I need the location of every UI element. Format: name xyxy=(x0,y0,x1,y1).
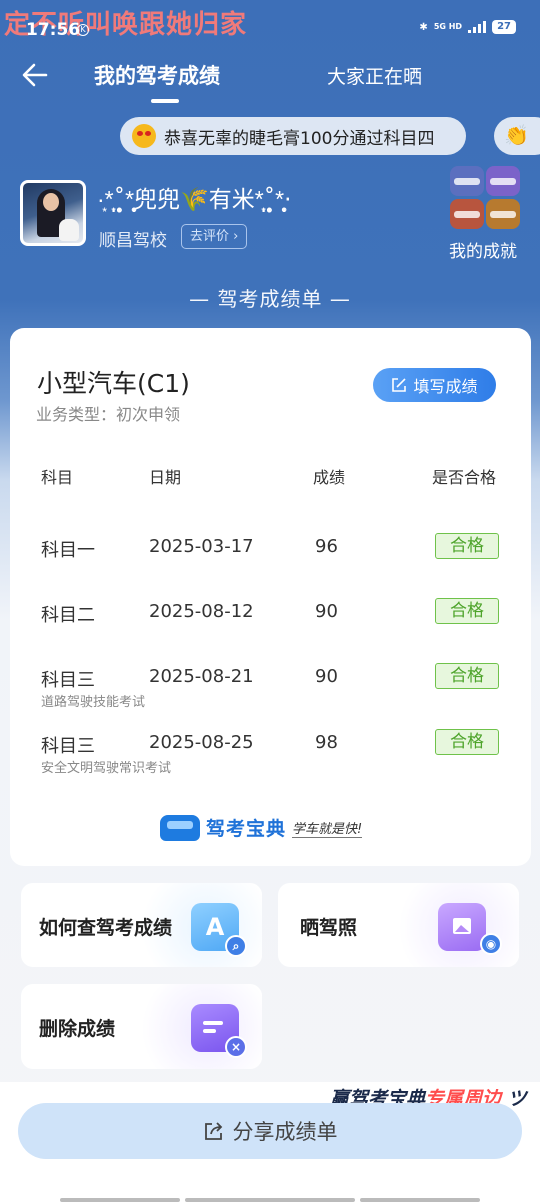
column-header-score: 成绩 xyxy=(313,468,346,487)
share-button-label: 分享成绩单 xyxy=(232,1120,338,1144)
pass-badge: 合格 xyxy=(435,663,499,689)
brand-logo: 驾考宝典 学车就是快! xyxy=(160,814,363,841)
pass-badge: 合格 xyxy=(435,729,499,755)
car-logo-icon xyxy=(160,814,200,841)
arrow-left-icon[interactable] xyxy=(20,60,50,90)
pass-badge: 合格 xyxy=(435,533,499,559)
signal-icon xyxy=(468,21,487,33)
row-score: 98 xyxy=(315,732,338,753)
business-type: 业务类型：初次申领 xyxy=(36,405,181,424)
column-header-result: 是否合格 xyxy=(432,468,497,487)
tab-indicator xyxy=(151,99,179,103)
home-indicator xyxy=(185,1198,355,1202)
fill-score-label: 填写成绩 xyxy=(413,377,478,396)
achievement-badge-icon xyxy=(486,199,520,229)
rate-button-label: 去评价 xyxy=(190,229,230,244)
ticker-text: 恭喜无辜的睫毛膏100分通过科目四 xyxy=(164,128,435,149)
share-score-button[interactable]: 分享成绩单 xyxy=(18,1103,522,1159)
row-score: 90 xyxy=(315,601,338,622)
edit-icon xyxy=(392,378,407,392)
how-to-query-label: 如何查驾考成绩 xyxy=(39,917,173,939)
document-delete-icon: × xyxy=(191,1004,247,1058)
row-score: 90 xyxy=(315,666,338,687)
brand-slogan: 学车就是快! xyxy=(292,818,363,838)
row-subject: 科目三 xyxy=(41,736,95,757)
brand-name: 驾考宝典 xyxy=(206,818,287,840)
tab-everyone-sharing[interactable]: 大家正在晒 xyxy=(327,62,422,89)
achievement-badges[interactable] xyxy=(450,166,520,230)
pass-badge: 合格 xyxy=(435,598,499,624)
row-date: 2025-08-21 xyxy=(149,666,254,687)
row-note: 安全文明驾驶常识考试 xyxy=(41,761,172,776)
status-time: 17:56 xyxy=(26,20,81,40)
congrats-ticker[interactable]: 恭喜无辜的睫毛膏100分通过科目四 xyxy=(120,117,466,155)
network-type: 5G HD xyxy=(433,22,463,31)
user-nickname: ·͙*̩̩͙˚̩̥̩̥*̩̩̥͙兜兜🌾有米*̩̩͙˚̩̥̩̥*̩̩̥͙· xyxy=(97,187,292,213)
bluetooth-icon: ✱ xyxy=(419,21,428,33)
clap-hands-emoji-icon[interactable]: 👏 xyxy=(494,117,540,155)
rate-school-button[interactable]: 去评价 › xyxy=(181,224,248,249)
row-subject: 科目二 xyxy=(41,605,95,626)
achievement-badge-icon xyxy=(486,166,520,196)
battery-icon: 27 xyxy=(492,20,516,34)
section-title: — 驾考成绩单 — xyxy=(189,287,351,311)
delete-scores-label: 删除成绩 xyxy=(39,1018,116,1040)
show-license-label: 晒驾照 xyxy=(300,917,358,939)
fill-score-button[interactable]: 填写成绩 xyxy=(373,368,496,402)
show-license-card[interactable]: 晒驾照 ◉ xyxy=(278,883,519,967)
column-header-date: 日期 xyxy=(149,468,182,487)
delete-scores-card[interactable]: 删除成绩 × xyxy=(21,984,262,1069)
row-subject: 科目三 xyxy=(41,670,95,691)
row-note: 道路驾驶技能考试 xyxy=(41,695,146,710)
how-to-query-card[interactable]: 如何查驾考成绩 A ⌕ xyxy=(21,883,262,967)
row-score: 96 xyxy=(315,536,338,557)
row-date: 2025-08-25 xyxy=(149,732,254,753)
home-indicator xyxy=(360,1198,480,1202)
tab-my-scores[interactable]: 我的驾考成绩 xyxy=(94,60,220,90)
avatar[interactable] xyxy=(20,180,86,246)
status-notification-icon: K xyxy=(77,24,89,36)
column-header-subject: 科目 xyxy=(41,468,74,487)
photo-camera-icon: ◉ xyxy=(438,903,502,955)
status-indicators: ✱ 5G HD 27 xyxy=(419,20,516,34)
vehicle-type: 小型汽车(C1) xyxy=(37,369,190,398)
row-date: 2025-08-12 xyxy=(149,601,254,622)
achievements-label[interactable]: 我的成就 xyxy=(449,237,517,262)
driving-school-name: 顺昌驾校 xyxy=(99,231,167,251)
document-search-icon: A ⌕ xyxy=(191,903,247,957)
star-eyes-emoji-icon xyxy=(132,124,156,148)
row-subject: 科目一 xyxy=(41,540,95,561)
share-icon xyxy=(204,1122,222,1140)
achievement-badge-icon xyxy=(450,166,484,196)
achievement-badge-icon xyxy=(450,199,484,229)
row-date: 2025-03-17 xyxy=(149,536,254,557)
home-indicator xyxy=(60,1198,180,1202)
